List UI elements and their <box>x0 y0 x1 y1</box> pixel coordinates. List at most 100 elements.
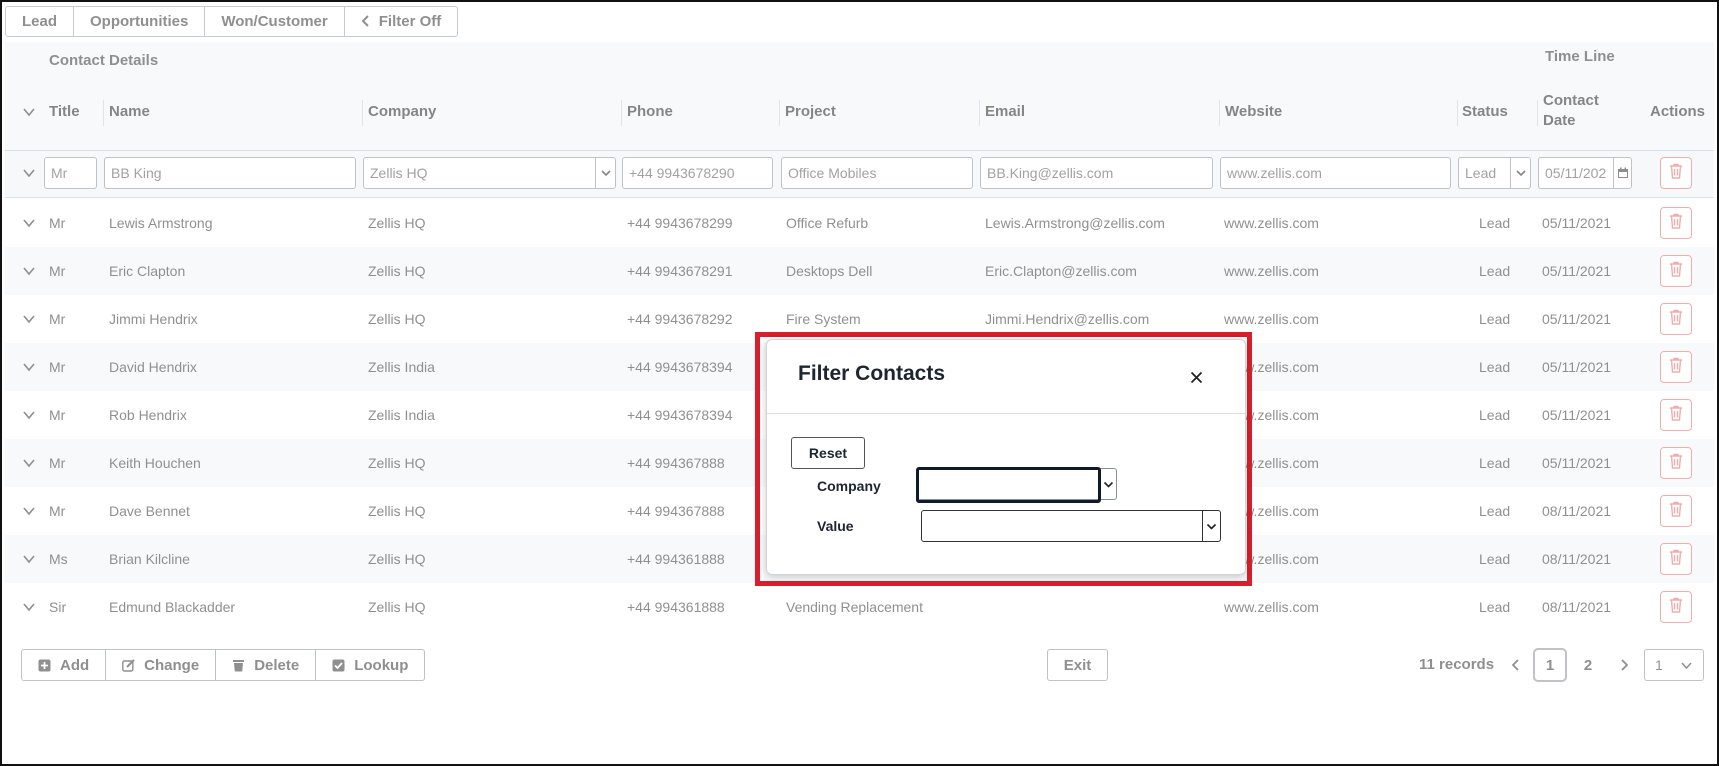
delete-row-button[interactable] <box>1660 543 1692 575</box>
chevron-down-icon[interactable] <box>22 456 36 470</box>
calendar-icon[interactable] <box>1613 158 1631 188</box>
column-divider <box>621 100 622 126</box>
column-header-status[interactable]: Status <box>1462 102 1508 122</box>
trash-icon <box>1669 453 1683 474</box>
cell-company: Zellis HQ <box>368 503 426 519</box>
chevron-down-icon[interactable] <box>22 312 36 326</box>
table-row[interactable]: Mr Lewis Armstrong Zellis HQ +44 9943678299… <box>5 199 1714 247</box>
chevron-down-icon[interactable] <box>22 264 36 278</box>
table-row[interactable]: Sir Edmund Blackadder Zellis HQ +44 9943618… <box>5 583 1714 631</box>
change-button[interactable]: Change <box>106 650 217 680</box>
cell-company: Zellis HQ <box>368 215 426 231</box>
tab-filter-off[interactable]: Filter Off <box>345 7 458 36</box>
prev-page-button[interactable] <box>1506 649 1526 681</box>
name-input[interactable]: BB King <box>104 157 356 189</box>
close-button[interactable] <box>1187 368 1205 386</box>
column-header-email[interactable]: Email <box>985 102 1025 122</box>
project-input[interactable]: Office Mobiles <box>781 157 973 189</box>
chevron-down-icon[interactable] <box>22 408 36 422</box>
cell-status: Lead <box>1479 551 1511 567</box>
column-header-phone[interactable]: Phone <box>627 102 673 122</box>
cell-website: www.zellis.com <box>1224 263 1319 279</box>
delete-row-button[interactable] <box>1660 303 1692 335</box>
cell-title: Mr <box>49 263 66 279</box>
chevron-down-icon[interactable] <box>22 216 36 230</box>
delete-row-button[interactable] <box>1660 351 1692 383</box>
website-input[interactable]: www.zellis.com <box>1220 157 1451 189</box>
cell-date: 08/11/2021 <box>1542 503 1612 519</box>
column-divider <box>1457 100 1458 126</box>
cell-name: Lewis Armstrong <box>109 215 213 231</box>
chevron-down-icon[interactable] <box>22 105 36 119</box>
chevron-down-icon[interactable] <box>22 166 36 180</box>
cell-date: 08/11/2021 <box>1542 599 1612 615</box>
value-filter-select[interactable] <box>921 510 1221 542</box>
delete-row-button[interactable] <box>1660 157 1692 189</box>
delete-row-button[interactable] <box>1660 255 1692 287</box>
column-header-name[interactable]: Name <box>109 102 150 122</box>
delete-button[interactable]: Delete <box>216 650 317 680</box>
phone-input[interactable]: +44 9943678290 <box>622 157 773 189</box>
chevron-down-icon[interactable] <box>22 504 36 518</box>
cell-status: Lead <box>1479 311 1511 327</box>
delete-row-button[interactable] <box>1660 591 1692 623</box>
table-row[interactable]: Mr Eric Clapton Zellis HQ +44 9943678291 Des… <box>5 247 1714 295</box>
delete-row-button[interactable] <box>1660 495 1692 527</box>
next-page-button[interactable] <box>1614 649 1634 681</box>
view-tabs: Lead Opportunities Won/Customer Filter O… <box>5 6 459 37</box>
company-filter-select[interactable] <box>916 467 1117 503</box>
app-frame: Lead Opportunities Won/Customer Filter O… <box>0 0 1719 766</box>
chevron-down-icon[interactable] <box>1202 511 1220 541</box>
cell-name: Dave Bennet <box>109 503 190 519</box>
chevron-down-icon[interactable] <box>22 360 36 374</box>
chevron-down-icon[interactable] <box>22 600 36 614</box>
tab-won-customer-label: Won/Customer <box>221 13 328 30</box>
cell-website: www.zellis.com <box>1224 599 1319 615</box>
tab-filter-off-label: Filter Off <box>378 13 442 30</box>
exit-button[interactable]: Exit <box>1047 649 1108 681</box>
title-input[interactable]: Mr <box>44 157 97 189</box>
reset-button[interactable]: Reset <box>791 437 865 469</box>
contact-date-input[interactable]: 05/11/202 <box>1538 157 1632 189</box>
email-input[interactable]: BB.King@zellis.com <box>980 157 1213 189</box>
cell-email: Eric.Clapton@zellis.com <box>985 263 1137 279</box>
chevron-down-icon[interactable] <box>1510 158 1530 188</box>
tab-opportunities[interactable]: Opportunities <box>74 7 206 36</box>
page-1-button[interactable]: 1 <box>1533 648 1567 682</box>
tab-lead[interactable]: Lead <box>6 7 75 36</box>
chevron-down-icon[interactable] <box>595 158 615 188</box>
column-divider <box>1537 100 1538 126</box>
page-2-button[interactable]: 2 <box>1578 649 1598 681</box>
focus-ring <box>916 467 1101 503</box>
delete-row-button[interactable] <box>1660 399 1692 431</box>
cell-date: 05/11/2021 <box>1542 311 1612 327</box>
trash-icon <box>1669 213 1683 234</box>
cell-website: www.zellis.com <box>1224 359 1319 375</box>
plus-square-icon <box>38 659 51 671</box>
lookup-button[interactable]: Lookup <box>316 650 424 680</box>
chevron-left-icon <box>361 14 371 30</box>
company-select[interactable]: Zellis HQ <box>363 157 616 189</box>
add-button[interactable]: Add <box>22 650 107 680</box>
page-size-select[interactable]: 1 <box>1644 649 1704 681</box>
delete-row-button[interactable] <box>1660 207 1692 239</box>
modal-title: Filter Contacts <box>798 362 946 385</box>
column-header-project[interactable]: Project <box>785 102 836 122</box>
trash-icon <box>1669 501 1683 522</box>
column-header-contact-date[interactable]: Contact Date <box>1543 91 1613 131</box>
cell-title: Sir <box>49 599 67 615</box>
column-header-company[interactable]: Company <box>368 102 436 122</box>
cell-name: Brian Kilcline <box>109 551 190 567</box>
chevron-down-icon[interactable] <box>22 552 36 566</box>
cell-company: Zellis HQ <box>368 455 426 471</box>
status-select[interactable]: Lead <box>1458 157 1531 189</box>
tab-won-customer[interactable]: Won/Customer <box>205 7 345 36</box>
chevron-down-icon[interactable] <box>1100 469 1116 499</box>
cell-website: www.zellis.com <box>1224 311 1319 327</box>
cell-status: Lead <box>1479 359 1511 375</box>
delete-row-button[interactable] <box>1660 447 1692 479</box>
chevron-down-icon <box>1680 659 1693 675</box>
column-header-title[interactable]: Title <box>49 102 80 122</box>
column-header-website[interactable]: Website <box>1225 102 1282 122</box>
cell-title: Mr <box>49 455 66 471</box>
